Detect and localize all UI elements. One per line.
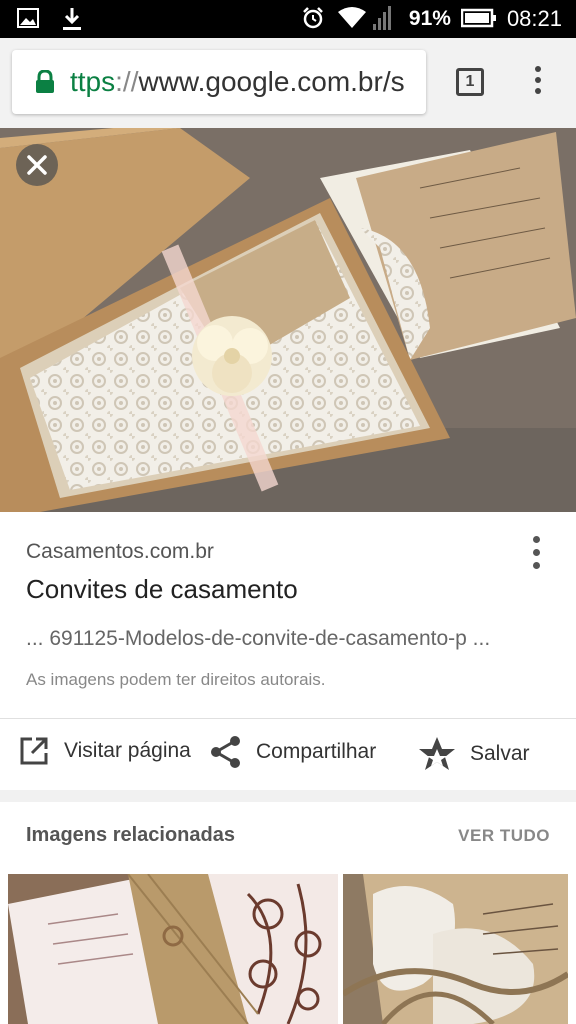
result-image[interactable]	[0, 128, 576, 512]
wifi-icon	[337, 6, 366, 32]
related-images-title: Imagens relacionadas	[26, 824, 235, 846]
browser-menu-button[interactable]	[526, 66, 550, 100]
related-thumbnail-1[interactable]	[8, 874, 338, 1024]
action-row: Visitar página Compartilhar Salvar	[0, 719, 576, 790]
url-scheme: ttps	[70, 66, 116, 97]
alarm-icon	[301, 6, 327, 32]
url-separator: ://	[115, 66, 139, 97]
visit-page-label: Visitar página	[64, 739, 191, 762]
tab-switcher-button[interactable]: 1	[456, 68, 484, 96]
close-icon	[27, 155, 47, 175]
image-info-card: Casamentos.com.br Convites de casamento …	[0, 512, 576, 790]
related-images-section: Imagens relacionadas VER TUDO	[0, 802, 576, 1024]
copyright-notice: As imagens podem ter direitos autorais.	[26, 670, 326, 689]
battery-icon	[460, 6, 497, 32]
share-label: Compartilhar	[256, 740, 377, 763]
save-label: Salvar	[470, 742, 530, 765]
image-icon	[16, 6, 42, 32]
url-text: ttps://www.google.com.br/s	[70, 66, 405, 98]
share-button[interactable]: Compartilhar	[210, 735, 376, 769]
more-options-button[interactable]	[528, 536, 544, 572]
status-bar: 91% 08:21	[0, 0, 576, 38]
result-snippet: ... 691125-Modelos-de-convite-de-casamen…	[26, 627, 491, 650]
open-external-icon	[20, 737, 48, 765]
battery-percent: 91%	[408, 7, 451, 30]
signal-icon	[372, 6, 399, 32]
url-bar[interactable]: ttps://www.google.com.br/s	[12, 50, 426, 114]
related-thumbnail-2[interactable]	[343, 874, 568, 1024]
close-image-button[interactable]	[16, 144, 58, 186]
visit-page-button[interactable]: Visitar página	[18, 735, 191, 767]
save-star-icon	[419, 737, 455, 770]
share-icon	[211, 736, 240, 768]
browser-toolbar: ttps://www.google.com.br/s 1	[0, 38, 576, 128]
url-host: www.google.com.br/s	[138, 66, 405, 97]
save-button[interactable]: Salvar	[418, 735, 530, 773]
see-all-link[interactable]: VER TUDO	[458, 826, 550, 846]
result-title[interactable]: Convites de casamento	[26, 574, 298, 605]
clock: 08:21	[506, 6, 562, 31]
lock-icon	[34, 69, 56, 94]
source-site[interactable]: Casamentos.com.br	[26, 540, 214, 564]
download-icon	[60, 6, 86, 32]
